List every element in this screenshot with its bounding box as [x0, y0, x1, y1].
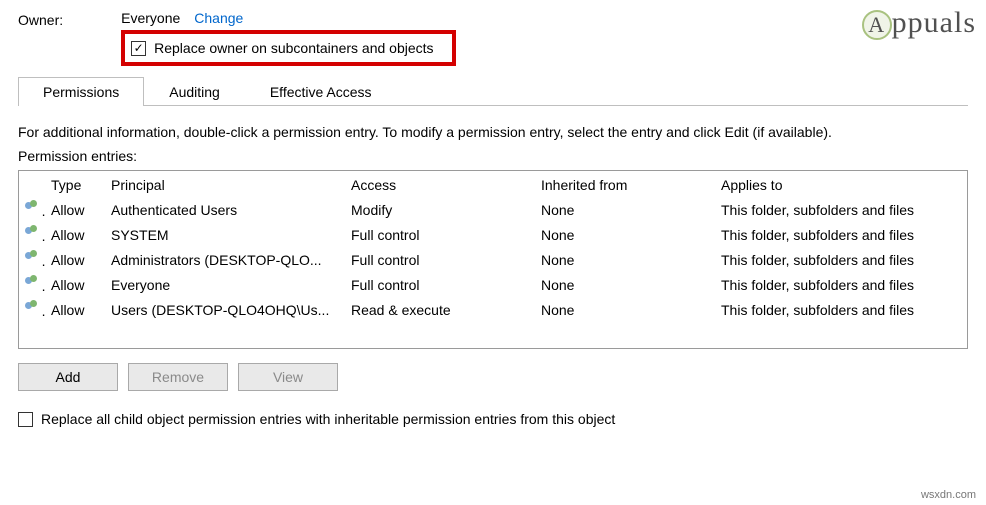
- tab-effective-access[interactable]: Effective Access: [245, 77, 397, 106]
- col-applies[interactable]: Applies to: [715, 171, 967, 197]
- footer-credit: wsxdn.com: [921, 489, 976, 501]
- tab-permissions[interactable]: Permissions: [18, 77, 144, 106]
- replace-owner-highlight: ✓ Replace owner on subcontainers and obj…: [121, 30, 455, 66]
- replace-children-checkbox[interactable]: [18, 412, 33, 427]
- table-row[interactable]: AllowAdministrators (DESKTOP-QLO...Full …: [19, 247, 967, 272]
- cell-inherited: None: [535, 297, 715, 322]
- permission-entries-label: Permission entries:: [18, 148, 968, 164]
- cell-principal: Everyone: [105, 272, 345, 297]
- cell-inherited: None: [535, 197, 715, 222]
- cell-applies: This folder, subfolders and files: [715, 222, 967, 247]
- cell-applies: This folder, subfolders and files: [715, 297, 967, 322]
- users-icon: [25, 200, 41, 216]
- cell-access: Read & execute: [345, 297, 535, 322]
- col-principal[interactable]: Principal: [105, 171, 345, 197]
- users-icon: [25, 225, 41, 241]
- replace-children-label: Replace all child object permission entr…: [41, 411, 615, 427]
- cell-type: Allow: [45, 272, 105, 297]
- cell-applies: This folder, subfolders and files: [715, 272, 967, 297]
- cell-access: Full control: [345, 247, 535, 272]
- change-owner-link[interactable]: Change: [194, 10, 243, 26]
- table-header-row: Type Principal Access Inherited from App…: [19, 171, 967, 197]
- cell-type: Allow: [45, 297, 105, 322]
- info-text: For additional information, double-click…: [18, 124, 968, 140]
- cell-applies: This folder, subfolders and files: [715, 247, 967, 272]
- table-row[interactable]: AllowEveryoneFull controlNoneThis folder…: [19, 272, 967, 297]
- permission-entries-table: Type Principal Access Inherited from App…: [18, 170, 968, 349]
- col-inherited[interactable]: Inherited from: [535, 171, 715, 197]
- col-type[interactable]: Type: [45, 171, 105, 197]
- cell-access: Full control: [345, 222, 535, 247]
- col-access[interactable]: Access: [345, 171, 535, 197]
- cell-type: Allow: [45, 197, 105, 222]
- remove-button[interactable]: Remove: [128, 363, 228, 391]
- replace-owner-label: Replace owner on subcontainers and objec…: [154, 40, 433, 56]
- cell-access: Modify: [345, 197, 535, 222]
- cell-applies: This folder, subfolders and files: [715, 197, 967, 222]
- cell-inherited: None: [535, 247, 715, 272]
- cell-principal: SYSTEM: [105, 222, 345, 247]
- cell-inherited: None: [535, 222, 715, 247]
- cell-inherited: None: [535, 272, 715, 297]
- cell-type: Allow: [45, 247, 105, 272]
- cell-access: Full control: [345, 272, 535, 297]
- table-row[interactable]: AllowAuthenticated UsersModifyNoneThis f…: [19, 197, 967, 222]
- users-icon: [25, 275, 41, 291]
- table-row[interactable]: AllowSYSTEMFull controlNoneThis folder, …: [19, 222, 967, 247]
- table-row[interactable]: AllowUsers (DESKTOP-QLO4OHQ\Us...Read & …: [19, 297, 967, 322]
- tabs: Permissions Auditing Effective Access: [18, 76, 968, 106]
- users-icon: [25, 300, 41, 316]
- cell-principal: Administrators (DESKTOP-QLO...: [105, 247, 345, 272]
- replace-owner-checkbox[interactable]: ✓: [131, 41, 146, 56]
- cell-type: Allow: [45, 222, 105, 247]
- owner-label: Owner:: [18, 10, 63, 28]
- users-icon: [25, 250, 41, 266]
- add-button[interactable]: Add: [18, 363, 118, 391]
- tab-auditing[interactable]: Auditing: [144, 77, 245, 106]
- owner-value: Everyone: [121, 10, 180, 26]
- cell-principal: Authenticated Users: [105, 197, 345, 222]
- cell-principal: Users (DESKTOP-QLO4OHQ\Us...: [105, 297, 345, 322]
- view-button[interactable]: View: [238, 363, 338, 391]
